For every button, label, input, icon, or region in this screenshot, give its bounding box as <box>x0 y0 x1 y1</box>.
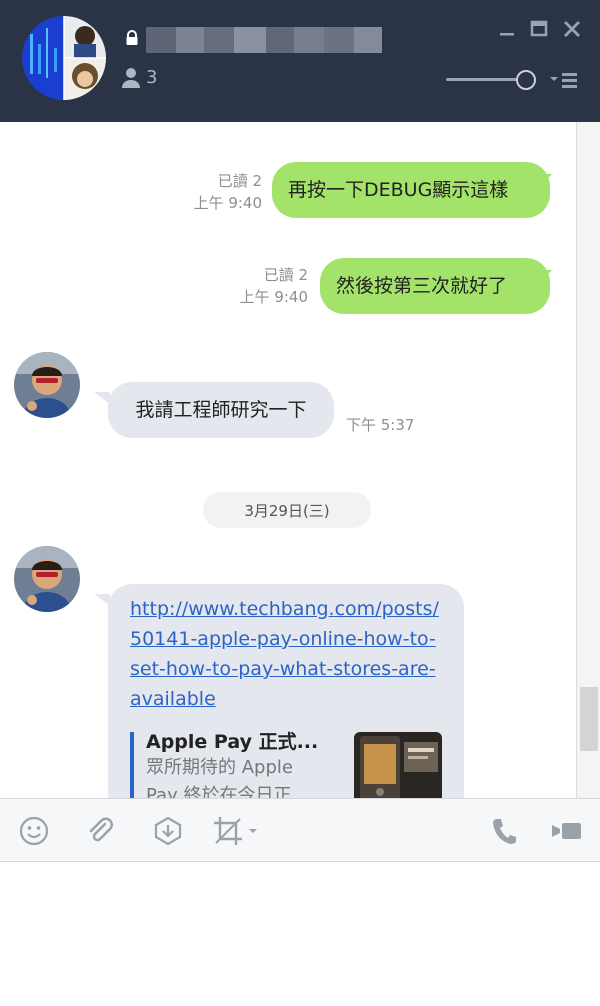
bubble-tail <box>540 270 552 282</box>
maximize-icon[interactable] <box>528 18 550 40</box>
link-url-line[interactable]: http://www.techbang.com/posts/ <box>130 594 456 624</box>
message-meta: 已讀 2 上午 9:40 <box>196 264 308 308</box>
message-input[interactable] <box>0 862 600 1006</box>
preview-description: Pay 終於在今日正 <box>146 785 292 798</box>
link-url[interactable]: http://www.techbang.com/posts/ 50141-app… <box>130 594 456 714</box>
minimize-icon[interactable] <box>496 18 518 40</box>
group-avatar[interactable] <box>22 16 106 100</box>
message-time: 下午 5:37 <box>346 416 415 434</box>
chat-header: 3 <box>0 0 600 122</box>
call-icon[interactable] <box>490 815 518 851</box>
zoom-slider[interactable] <box>446 68 538 90</box>
zoom-track[interactable] <box>446 78 526 81</box>
close-icon[interactable] <box>561 18 583 40</box>
message-bubble-outgoing[interactable]: 再按一下DEBUG顯示這樣 <box>272 162 550 218</box>
attach-icon[interactable] <box>84 815 116 851</box>
chat-messages[interactable]: 已讀 2 上午 9:40 再按一下DEBUG顯示這樣 已讀 2 上午 9:40 … <box>0 122 576 798</box>
scrollbar-thumb[interactable] <box>580 687 598 751</box>
menu-icon[interactable] <box>549 70 583 94</box>
chat-toolbar <box>0 798 600 862</box>
link-url-line[interactable]: 50141-apple-pay-online-how-to- <box>130 624 456 654</box>
chat-scrollbar[interactable] <box>576 122 600 798</box>
download-icon[interactable] <box>152 815 184 851</box>
preview-title[interactable]: Apple Pay 正式... <box>146 730 346 754</box>
link-preview[interactable]: Apple Pay 正式... 眾所期待的 Apple Pay 終於在今日正 <box>146 730 346 798</box>
member-icon[interactable] <box>121 67 141 93</box>
message-text: 再按一下DEBUG顯示這樣 <box>288 179 509 201</box>
message-bubble-incoming[interactable]: 我請工程師研究一下 <box>108 382 334 438</box>
link-url-line[interactable]: available <box>130 684 456 714</box>
link-url-line[interactable]: set-how-to-pay-what-stores-are- <box>130 654 456 684</box>
preview-accent-bar <box>130 732 134 798</box>
sender-avatar[interactable] <box>14 546 80 612</box>
bubble-tail <box>540 174 552 186</box>
message-text: 然後按第三次就好了 <box>336 275 508 297</box>
message-bubble-outgoing[interactable]: 然後按第三次就好了 <box>320 258 550 314</box>
screenshot-icon[interactable] <box>212 815 260 851</box>
message-text: 我請工程師研究一下 <box>135 399 307 421</box>
date-separator: 3月29日(三) <box>203 492 371 528</box>
member-count[interactable]: 3 <box>146 67 157 88</box>
preview-thumbnail[interactable] <box>354 732 442 798</box>
lock-icon <box>125 30 139 50</box>
message-time: 上午 9:40 <box>239 288 308 306</box>
message-time: 上午 9:40 <box>193 194 262 212</box>
read-receipt: 已讀 2 <box>263 266 308 284</box>
emoji-icon[interactable] <box>18 815 50 851</box>
link-message-bubble[interactable]: http://www.techbang.com/posts/ 50141-app… <box>108 584 464 798</box>
read-receipt: 已讀 2 <box>217 172 262 190</box>
video-icon[interactable] <box>550 815 584 851</box>
preview-description: 眾所期待的 Apple <box>146 757 293 778</box>
zoom-thumb[interactable] <box>516 70 536 90</box>
sender-avatar[interactable] <box>14 352 80 418</box>
message-meta: 已讀 2 上午 9:40 <box>150 170 262 214</box>
chat-title-redacted <box>146 27 382 53</box>
